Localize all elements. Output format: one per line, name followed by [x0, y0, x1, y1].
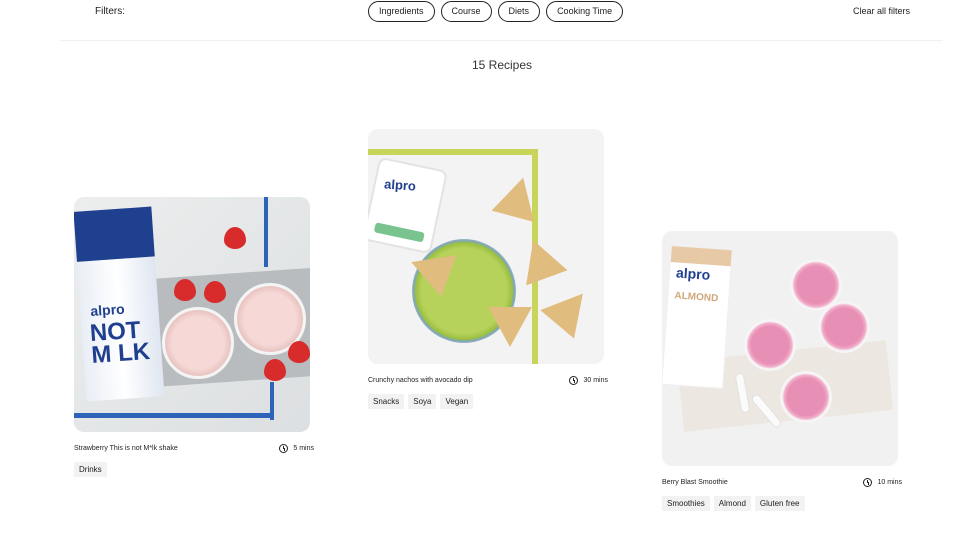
- recipe-image[interactable]: alpro: [368, 129, 604, 364]
- milk-carton: alpro ALMOND: [662, 245, 733, 389]
- brand-logo: alpro: [89, 300, 126, 319]
- filters-label: Filters:: [95, 6, 125, 17]
- tag[interactable]: Almond: [713, 496, 751, 511]
- decor-line: [74, 413, 274, 418]
- cooking-time: 10 mins: [863, 478, 902, 487]
- strawberry: [264, 359, 286, 381]
- tag-list: Smoothies Almond Gluten free: [662, 496, 902, 511]
- filter-pills: Ingredients Course Diets Cooking Time: [368, 1, 624, 22]
- cooking-time-text: 30 mins: [583, 377, 608, 384]
- filter-cooking-time-button[interactable]: Cooking Time: [546, 1, 624, 22]
- cooking-time: 30 mins: [569, 376, 608, 385]
- cooking-time-text: 10 mins: [877, 479, 902, 486]
- filter-diets-button[interactable]: Diets: [497, 1, 541, 22]
- clock-icon: [863, 478, 873, 487]
- tag-list: Drinks: [74, 462, 314, 477]
- strawberry: [224, 227, 246, 249]
- strawberry: [174, 279, 196, 301]
- recipe-card[interactable]: alpro Crunchy nachos with avocado dip 30…: [368, 129, 608, 409]
- recipe-title[interactable]: Strawberry This is not M*lk shake: [74, 445, 178, 452]
- filter-ingredients-button[interactable]: Ingredients: [368, 1, 435, 22]
- tag[interactable]: Vegan: [440, 394, 474, 409]
- recipe-card[interactable]: alpro ALMOND Berry Blast Smoothie 10 min…: [662, 231, 902, 511]
- strawberry: [204, 281, 226, 303]
- nacho-chip: [540, 279, 600, 339]
- strawberry: [288, 341, 310, 363]
- tag[interactable]: Soya: [408, 394, 437, 409]
- recipe-title[interactable]: Berry Blast Smoothie: [662, 479, 728, 486]
- nacho-chip: [488, 307, 532, 347]
- decor-line: [270, 382, 274, 420]
- smoothie-glass: [744, 319, 796, 371]
- glass: [162, 307, 234, 379]
- product-text: ALMOND: [674, 290, 719, 305]
- brand-logo: alpro: [675, 264, 711, 283]
- tag-list: Snacks Soya Vegan: [368, 394, 608, 409]
- cooking-time-text: 5 mins: [293, 445, 314, 452]
- cooking-time: 5 mins: [279, 444, 314, 453]
- clock-icon: [569, 376, 579, 385]
- recipe-card[interactable]: alpro NOT M LK Strawberry This is not M*…: [74, 197, 314, 477]
- clock-icon: [279, 444, 289, 453]
- milk-carton: alpro NOT M LK: [74, 206, 165, 402]
- recipe-count: 15 Recipes: [471, 58, 533, 72]
- tag[interactable]: Drinks: [74, 462, 107, 477]
- smoothie-glass: [780, 371, 832, 423]
- filter-course-button[interactable]: Course: [440, 1, 492, 22]
- clear-all-filters-link[interactable]: Clear all filters: [853, 6, 910, 16]
- recipe-title[interactable]: Crunchy nachos with avocado dip: [368, 377, 473, 384]
- tag[interactable]: Snacks: [368, 394, 405, 409]
- decor-line: [264, 197, 268, 267]
- tag[interactable]: Smoothies: [662, 496, 710, 511]
- recipe-image[interactable]: alpro ALMOND: [662, 231, 898, 466]
- recipe-image[interactable]: alpro NOT M LK: [74, 197, 310, 432]
- brand-logo: alpro: [383, 176, 417, 194]
- divider: [60, 40, 942, 41]
- tag[interactable]: Gluten free: [754, 496, 805, 511]
- product-text: NOT M LK: [89, 316, 151, 370]
- smoothie-glass: [818, 301, 870, 353]
